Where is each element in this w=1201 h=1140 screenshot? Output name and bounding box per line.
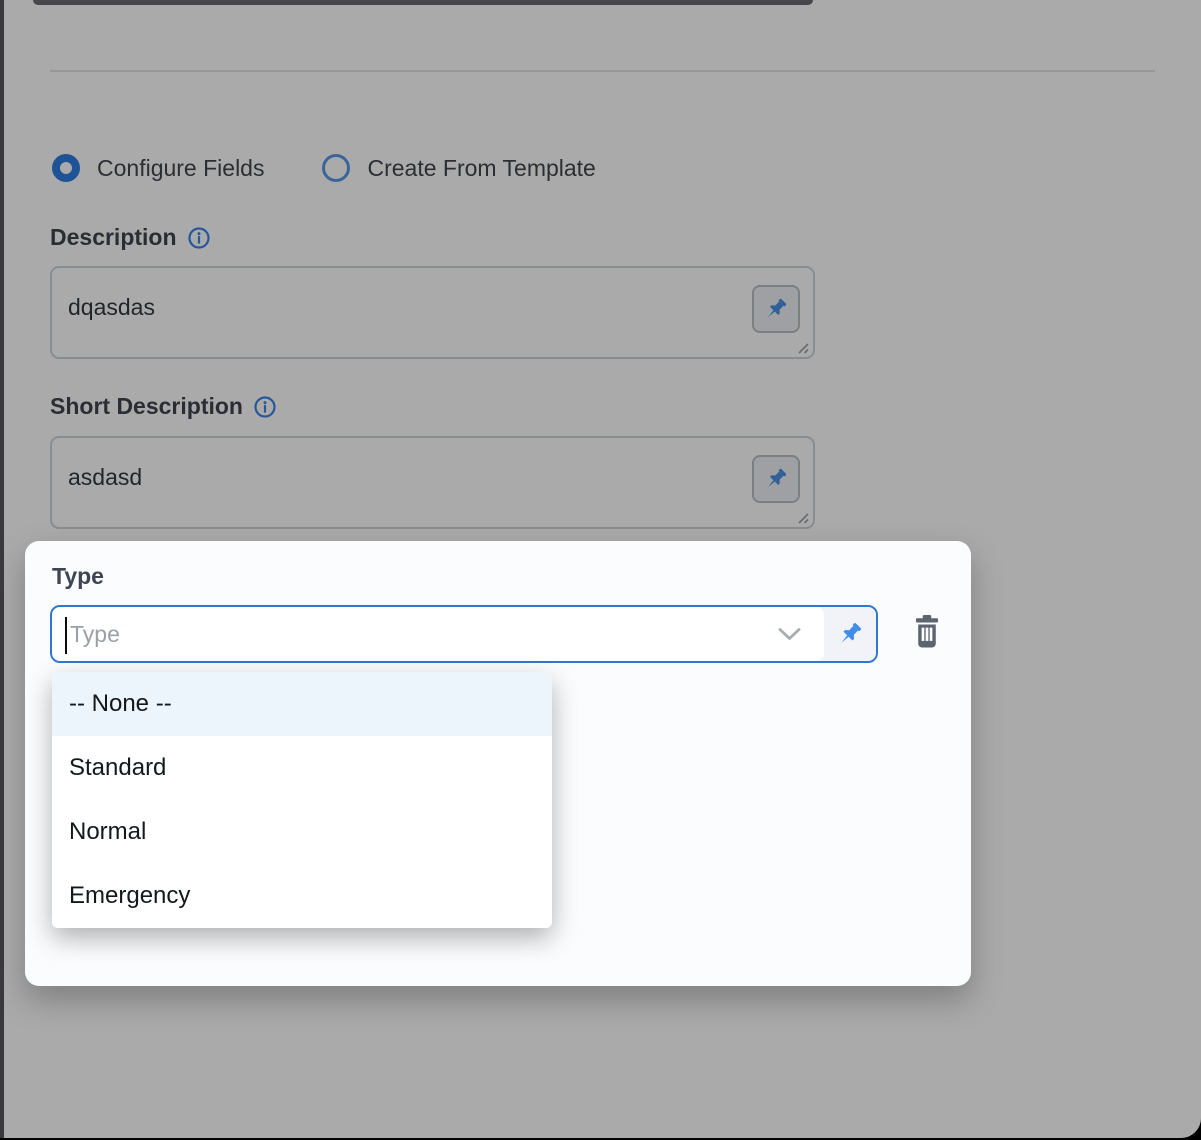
text-cursor — [65, 617, 67, 654]
type-label: Type — [52, 563, 104, 590]
dropdown-option-none[interactable]: -- None -- — [52, 672, 552, 736]
screen: Configure Fields Create From Template De… — [0, 0, 1201, 1140]
type-options-dropdown: -- None -- Standard Normal Emergency — [52, 672, 552, 928]
dropdown-option-standard[interactable]: Standard — [52, 736, 552, 800]
type-pin-button[interactable] — [824, 607, 876, 661]
type-field-highlight-card: Type — [25, 541, 971, 986]
dropdown-option-normal[interactable]: Normal — [52, 800, 552, 864]
pushpin-icon — [836, 620, 864, 648]
type-input-area[interactable] — [52, 607, 824, 661]
type-combobox[interactable] — [50, 605, 878, 663]
remove-field-button[interactable] — [903, 605, 951, 659]
dropdown-option-emergency[interactable]: Emergency — [52, 864, 552, 928]
chevron-down-icon[interactable] — [777, 627, 802, 642]
type-input[interactable] — [52, 607, 824, 661]
trash-icon — [910, 612, 944, 652]
